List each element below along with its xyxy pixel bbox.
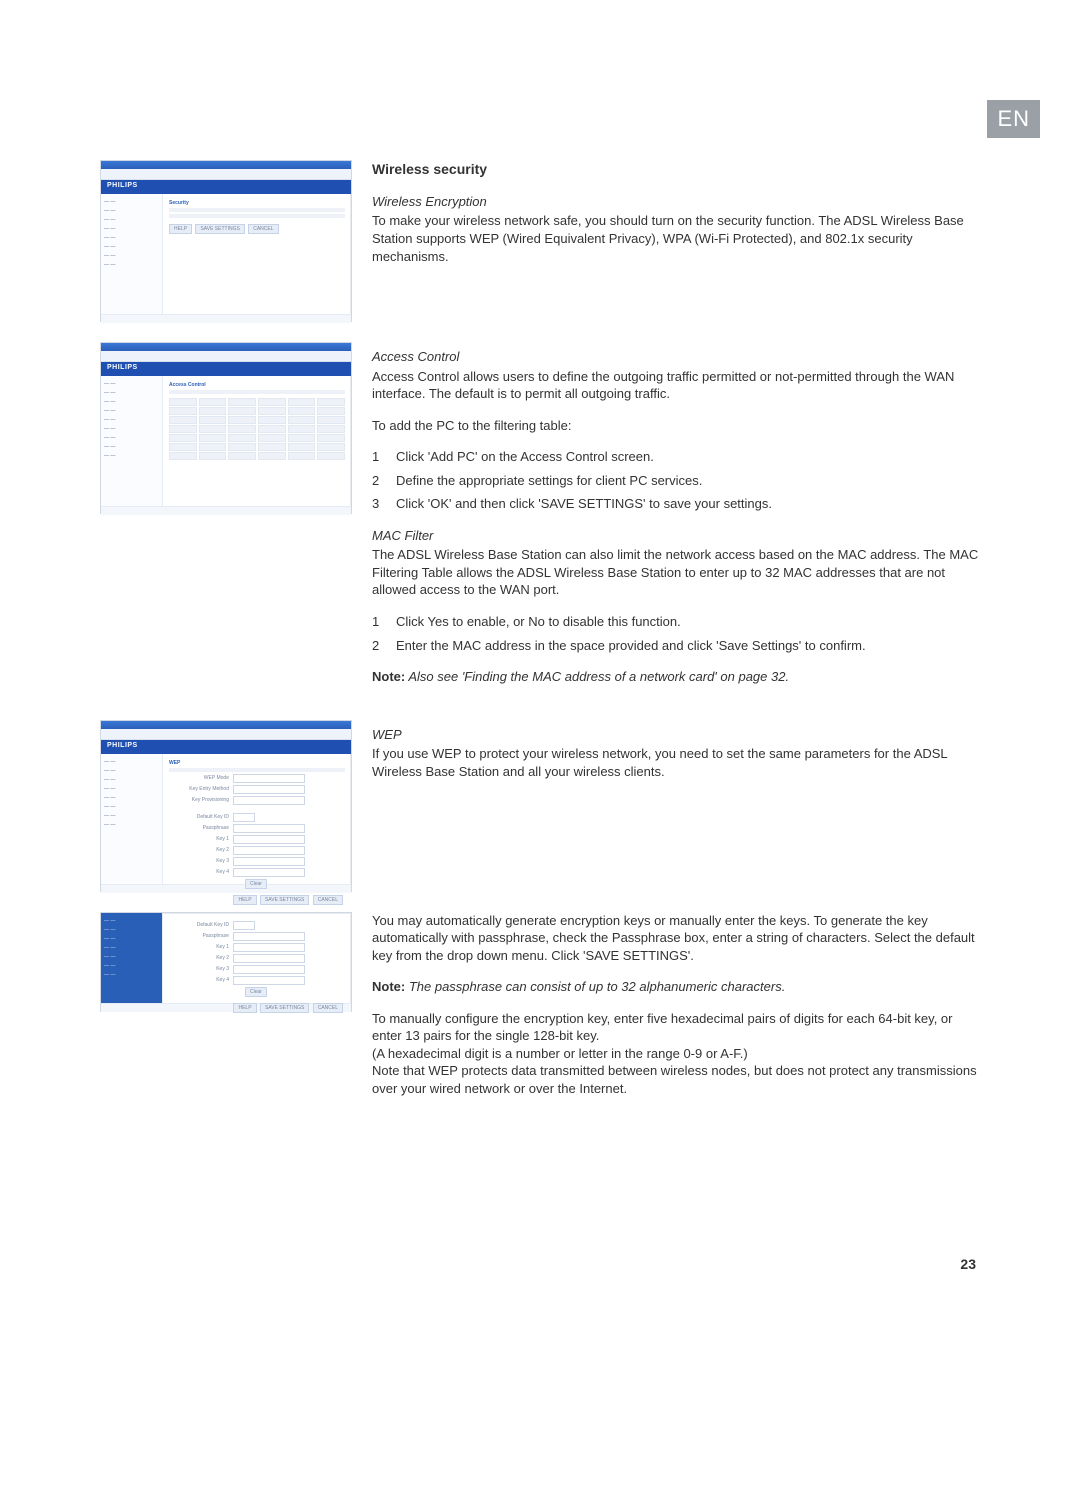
key4-input[interactable] (233, 976, 305, 985)
brand-label: PHILIPS (107, 182, 138, 189)
field-label: Passphrase (169, 933, 229, 939)
field-label: Key 3 (169, 858, 229, 864)
wep-mode-select[interactable] (233, 774, 305, 783)
cancel-button[interactable]: CANCEL (248, 224, 278, 234)
field-label: Key 4 (169, 977, 229, 983)
save-settings-button[interactable]: SAVE SETTINGS (195, 224, 244, 234)
field-label: Key 1 (169, 944, 229, 950)
wep-para3b: (A hexadecimal digit is a number or lett… (372, 1046, 748, 1061)
note-body: Also see 'Finding the MAC address of a n… (405, 669, 789, 684)
panel-title: Access Control (169, 382, 345, 388)
access-control-para: Access Control allows users to define th… (372, 368, 980, 403)
help-button[interactable]: HELP (169, 224, 192, 234)
step: Click 'Add PC' on the Access Control scr… (396, 448, 654, 466)
key1-input[interactable] (233, 943, 305, 952)
field-label: Default Key ID (169, 922, 229, 928)
default-key-select[interactable] (233, 921, 255, 930)
screenshot-wep-top: PHILIPS — —— —— — — —— —— — — —— — WEP W… (100, 720, 352, 892)
default-key-select[interactable] (233, 813, 255, 822)
key2-input[interactable] (233, 846, 305, 855)
wep-heading: WEP (372, 726, 980, 744)
field-label: Default Key ID (169, 814, 229, 820)
field-label: Key 4 (169, 869, 229, 875)
clear-button[interactable]: Clear (245, 987, 267, 997)
mac-filter-heading: MAC Filter (372, 527, 980, 545)
wireless-encryption-para: To make your wireless network safe, you … (372, 212, 980, 265)
screenshot-access-control: PHILIPS — —— —— — — —— —— — — —— —— — Ac… (100, 342, 352, 514)
wireless-encryption-heading: Wireless Encryption (372, 193, 980, 211)
help-button[interactable]: HELP (233, 1003, 256, 1013)
key4-input[interactable] (233, 868, 305, 877)
key2-input[interactable] (233, 954, 305, 963)
note-body: The passphrase can consist of up to 32 a… (405, 979, 785, 994)
wep-para3a: To manually configure the encryption key… (372, 1011, 952, 1044)
save-settings-button[interactable]: SAVE SETTINGS (260, 895, 309, 905)
field-label: Key 1 (169, 836, 229, 842)
passphrase-input[interactable] (233, 932, 305, 941)
note-label: Note: (372, 669, 405, 684)
field-label: Key 3 (169, 966, 229, 972)
field-label: Key 2 (169, 847, 229, 853)
clear-button[interactable]: Clear (245, 879, 267, 889)
cancel-button[interactable]: CANCEL (313, 895, 343, 905)
step: Define the appropriate settings for clie… (396, 472, 702, 490)
screenshot-wep-bottom: — —— — — —— — — —— — — — Default Key ID … (100, 912, 352, 1012)
page-content: PHILIPS — —— —— — — —— —— — — —— — Secur… (100, 160, 980, 1132)
field-label: Key Provisioning (169, 797, 229, 803)
access-control-heading: Access Control (372, 348, 980, 366)
wep-para2: You may automatically generate encryptio… (372, 912, 980, 965)
wep-para1: If you use WEP to protect your wireless … (372, 745, 980, 780)
screenshot-security: PHILIPS — —— —— — — —— —— — — —— — Secur… (100, 160, 352, 322)
field-label: Key 2 (169, 955, 229, 961)
key3-input[interactable] (233, 965, 305, 974)
mac-filter-steps: 1Click Yes to enable, or No to disable t… (372, 613, 980, 654)
field-label: Passphrase (169, 825, 229, 831)
wep-para3: To manually configure the encryption key… (372, 1010, 980, 1098)
field-label: Key Entry Method (169, 786, 229, 792)
brand-label: PHILIPS (107, 742, 138, 749)
panel-title: WEP (169, 760, 345, 766)
brand-label: PHILIPS (107, 364, 138, 371)
step: Click 'OK' and then click 'SAVE SETTINGS… (396, 495, 772, 513)
help-button[interactable]: HELP (233, 895, 256, 905)
section-heading: Wireless security (372, 160, 980, 179)
note-label: Note: (372, 979, 405, 994)
key-entry-select[interactable] (233, 785, 305, 794)
cancel-button[interactable]: CANCEL (313, 1003, 343, 1013)
key1-input[interactable] (233, 835, 305, 844)
passphrase-input[interactable] (233, 824, 305, 833)
mac-filter-note: Note: Also see 'Finding the MAC address … (372, 668, 980, 686)
wep-para3c: Note that WEP protects data transmitted … (372, 1063, 977, 1096)
panel-title: Security (169, 200, 345, 206)
step: Click Yes to enable, or No to disable th… (396, 613, 681, 631)
page-number: 23 (960, 1256, 976, 1272)
key3-input[interactable] (233, 857, 305, 866)
access-control-lead: To add the PC to the filtering table: (372, 417, 980, 435)
save-settings-button[interactable]: SAVE SETTINGS (260, 1003, 309, 1013)
language-badge: EN (987, 100, 1040, 138)
wep-note: Note: The passphrase can consist of up t… (372, 978, 980, 996)
step: Enter the MAC address in the space provi… (396, 637, 866, 655)
key-prov-select[interactable] (233, 796, 305, 805)
access-control-steps: 1Click 'Add PC' on the Access Control sc… (372, 448, 980, 513)
mac-filter-para: The ADSL Wireless Base Station can also … (372, 546, 980, 599)
field-label: WEP Mode (169, 775, 229, 781)
